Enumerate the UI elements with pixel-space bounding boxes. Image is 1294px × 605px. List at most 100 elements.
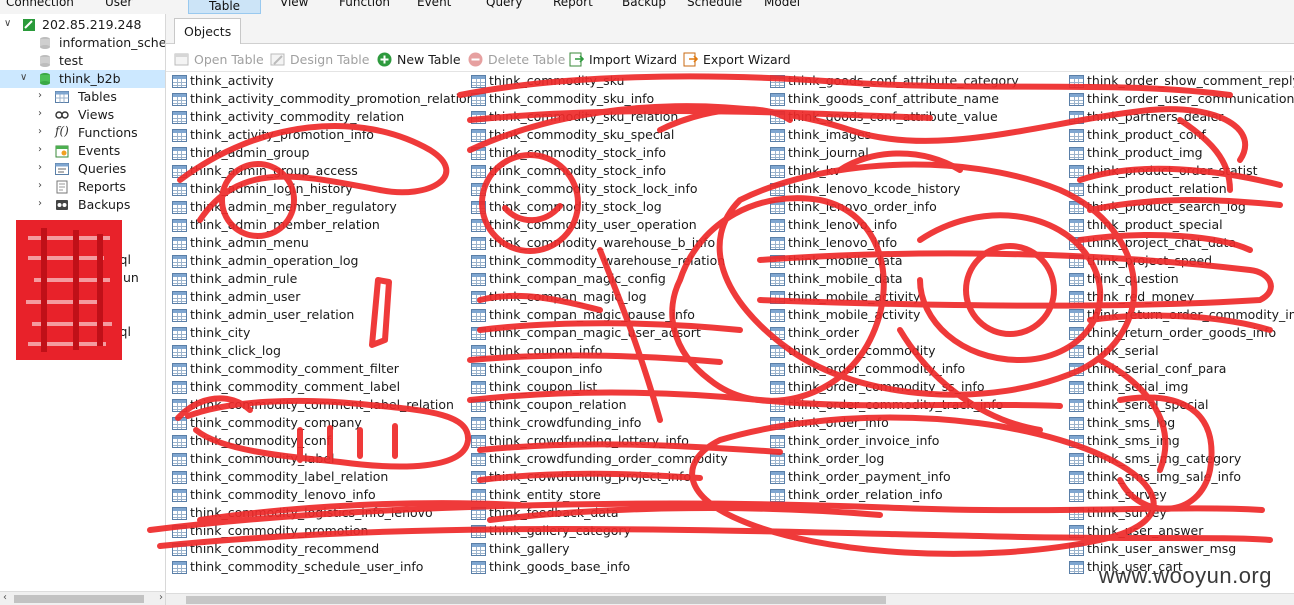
table-item[interactable]: think_question — [1065, 270, 1294, 288]
table-item[interactable]: think_commodity_company — [168, 414, 468, 432]
table-item[interactable]: think_commodity_logistics_info_lenovo — [168, 504, 468, 522]
table-item[interactable]: think_crowdfunding_lottery_info — [467, 432, 767, 450]
table-item[interactable]: think_project_chat_data — [1065, 234, 1294, 252]
tree-reports[interactable]: › Reports — [0, 178, 165, 196]
table-item[interactable]: think_activity — [168, 72, 468, 90]
chevron-right-icon[interactable]: › — [38, 162, 42, 173]
table-item[interactable]: think_city — [168, 324, 468, 342]
table-item[interactable]: think_entity_store — [467, 486, 767, 504]
table-item[interactable]: think_goods_conf_attribute_name — [766, 90, 1066, 108]
tree-db-information-schema[interactable]: information_schema — [0, 34, 165, 52]
table-item[interactable]: think_commodity_recommend — [168, 540, 468, 558]
menu-schedule[interactable]: Schedule — [687, 0, 742, 9]
tree-db-think-b2b[interactable]: ∨ think_b2b — [0, 70, 165, 88]
table-item[interactable]: think_crowdfunding_info — [467, 414, 767, 432]
table-item[interactable]: think_admin_member_relation — [168, 216, 468, 234]
table-item[interactable]: think_serial — [1065, 342, 1294, 360]
scrollbar-thumb[interactable] — [14, 595, 144, 603]
table-item[interactable]: think_order_invoice_info — [766, 432, 1066, 450]
table-item[interactable]: think_commodity_sku_info — [467, 90, 767, 108]
table-item[interactable]: think_gallery_category — [467, 522, 767, 540]
table-item[interactable]: think_lenovo_kcode_history — [766, 180, 1066, 198]
chevron-right-icon[interactable]: › — [38, 180, 42, 191]
table-item[interactable]: think_admin_operation_log — [168, 252, 468, 270]
table-item[interactable]: think_commodity_stock_log — [467, 198, 767, 216]
table-item[interactable]: think_mobile_activity — [766, 306, 1066, 324]
table-item[interactable]: think_coupon_info — [467, 342, 767, 360]
sidebar-horizontal-scrollbar[interactable]: ‹ › — [0, 591, 165, 605]
table-item[interactable]: think_kv — [766, 162, 1066, 180]
table-item[interactable]: think_admin_user_relation — [168, 306, 468, 324]
scrollbar-thumb[interactable] — [186, 596, 886, 604]
table-item[interactable]: think_compan_magic_pause_info — [467, 306, 767, 324]
chevron-right-icon[interactable]: › — [38, 108, 42, 119]
table-item[interactable]: think_commodity_comment_label_relation — [168, 396, 468, 414]
table-item[interactable]: think_order_payment_info — [766, 468, 1066, 486]
menu-table[interactable]: Table — [188, 0, 262, 14]
table-item[interactable]: think_order_commodity_track_info — [766, 396, 1066, 414]
chevron-down-icon[interactable]: ∨ — [20, 72, 27, 83]
table-item[interactable]: think_commodity_label — [168, 450, 468, 468]
table-item[interactable]: think_product_relation — [1065, 180, 1294, 198]
table-item[interactable]: think_order_show_comment_reply — [1065, 72, 1294, 90]
table-item[interactable]: think_sms_log — [1065, 414, 1294, 432]
chevron-right-icon[interactable]: › — [38, 198, 42, 209]
table-item[interactable]: think_commodity_conf — [168, 432, 468, 450]
table-item[interactable]: think_order_relation_info — [766, 486, 1066, 504]
table-item[interactable]: think_order — [766, 324, 1066, 342]
table-item[interactable]: think_survey — [1065, 486, 1294, 504]
table-item[interactable]: think_lenovo_info — [766, 216, 1066, 234]
table-item[interactable]: think_product_img — [1065, 144, 1294, 162]
menu-query[interactable]: Query — [486, 0, 522, 9]
table-item[interactable]: think_admin_rule — [168, 270, 468, 288]
table-item[interactable]: think_crowdfunding_project_info — [467, 468, 767, 486]
table-item[interactable]: think_activity_commodity_promotion_relat… — [168, 90, 475, 108]
table-item[interactable]: think_commodity_schedule_user_info — [168, 558, 468, 576]
chevron-down-icon[interactable]: ∨ — [4, 18, 11, 29]
table-item[interactable]: think_commodity_comment_filter — [168, 360, 468, 378]
table-item[interactable]: think_commodity_comment_label — [168, 378, 468, 396]
tree-views[interactable]: › Views — [0, 106, 165, 124]
table-item[interactable]: think_activity_promotion_info — [168, 126, 468, 144]
table-item[interactable]: think_admin_member_regulatory — [168, 198, 468, 216]
tree-tables[interactable]: › Tables — [0, 88, 165, 106]
table-item[interactable]: think_commodity_sku_special — [467, 126, 767, 144]
table-item[interactable]: think_serial_conf_para — [1065, 360, 1294, 378]
table-item[interactable]: think_commodity_stock_lock_info — [467, 180, 767, 198]
table-item[interactable]: think_admin_group_access — [168, 162, 468, 180]
table-item[interactable]: think_compan_magic_config — [467, 270, 767, 288]
table-item[interactable]: think_lenovo_order_info — [766, 198, 1066, 216]
table-item[interactable]: think_admin_user — [168, 288, 468, 306]
table-item[interactable]: think_mobile_data — [766, 252, 1066, 270]
table-item[interactable]: think_order_user_communication — [1065, 90, 1294, 108]
table-item[interactable]: think_order_commodity — [766, 342, 1066, 360]
objects-horizontal-scrollbar[interactable] — [166, 593, 1294, 605]
table-item[interactable]: think_commodity_sku — [467, 72, 767, 90]
tab-objects[interactable]: Objects — [174, 18, 242, 44]
table-item[interactable]: think_commodity_stock_info — [467, 162, 767, 180]
menu-event[interactable]: Event — [417, 0, 451, 9]
table-item[interactable]: think_commodity_stock_info — [467, 144, 767, 162]
table-item[interactable]: think_feedback_data — [467, 504, 767, 522]
menu-model[interactable]: Model — [764, 0, 800, 9]
table-item[interactable]: think_sms_img_category — [1065, 450, 1294, 468]
menu-report[interactable]: Report — [553, 0, 593, 9]
menu-function[interactable]: Function — [339, 0, 390, 9]
table-item[interactable]: think_coupon_relation — [467, 396, 767, 414]
table-item[interactable]: think_goods_conf_attribute_category — [766, 72, 1066, 90]
table-item[interactable]: think_project_speed — [1065, 252, 1294, 270]
tree-connection[interactable]: ∨ 202.85.219.248 — [0, 16, 165, 34]
scroll-left-icon[interactable]: ‹ — [3, 592, 7, 603]
tree-queries[interactable]: › Queries — [0, 160, 165, 178]
table-item[interactable]: think_order_info — [766, 414, 1066, 432]
table-item[interactable]: think_crowdfunding_order_commodity — [467, 450, 767, 468]
table-item[interactable]: think_compan_magic_user_adsort — [467, 324, 767, 342]
scroll-right-icon[interactable]: › — [159, 592, 163, 603]
table-item[interactable]: think_commodity_lenovo_info — [168, 486, 468, 504]
table-item[interactable]: think_serial_special — [1065, 396, 1294, 414]
table-item[interactable]: think_mobile_activity — [766, 288, 1066, 306]
menu-connection[interactable]: Connection — [6, 0, 74, 9]
table-item[interactable]: think_product_order_statist — [1065, 162, 1294, 180]
tree-backups[interactable]: › Backups — [0, 196, 165, 214]
table-item[interactable]: think_coupon_info — [467, 360, 767, 378]
